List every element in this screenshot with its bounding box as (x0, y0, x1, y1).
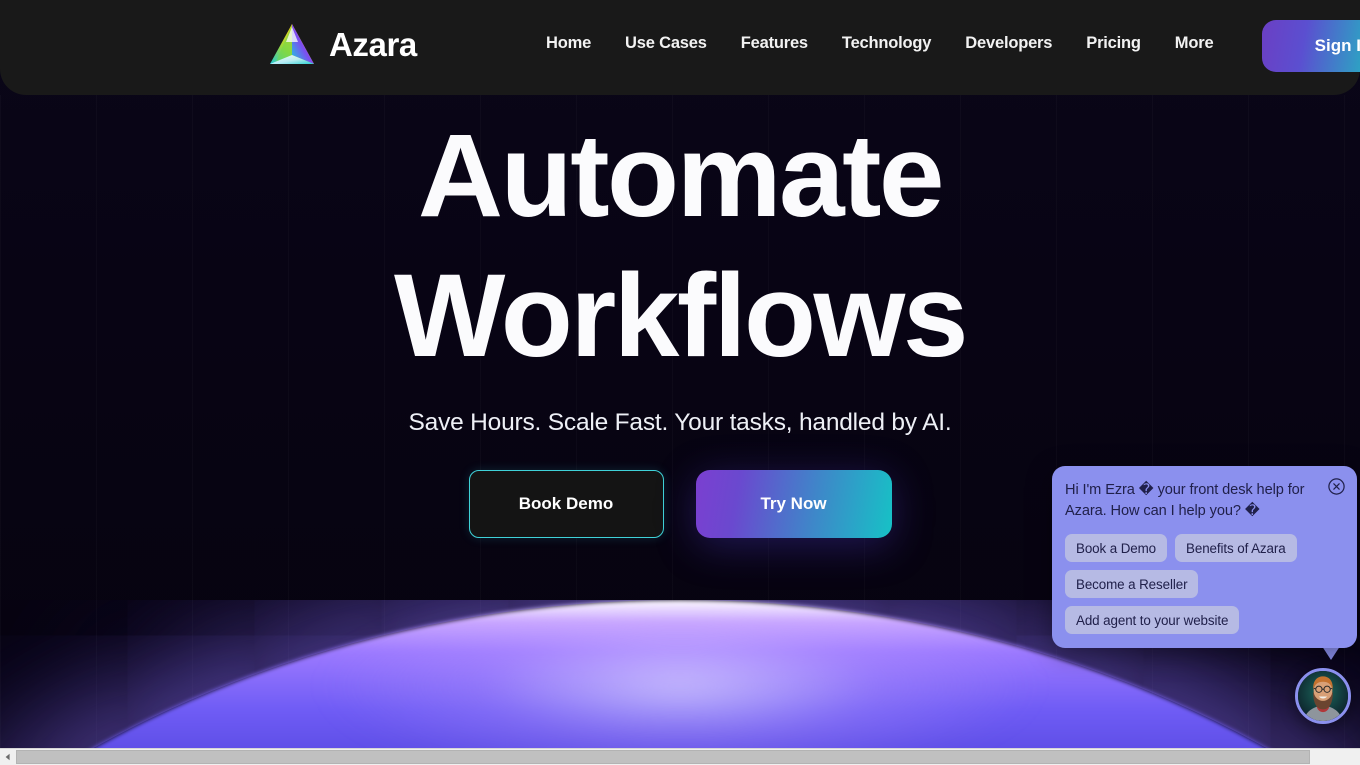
nav-item-home[interactable]: Home (546, 34, 591, 53)
browser-viewport: Azara Home Use Cases Features Technology… (0, 0, 1360, 748)
quick-reply-become-a-reseller[interactable]: Become a Reseller (1065, 570, 1199, 599)
site-header: Azara Home Use Cases Features Technology… (0, 0, 1360, 95)
quick-reply-add-agent[interactable]: Add agent to your website (1065, 606, 1240, 635)
prism-triangle-logo-icon (268, 22, 316, 66)
hero-title-line1: Automate (417, 110, 945, 242)
brand-name: Azara (329, 25, 417, 63)
try-now-button[interactable]: Try Now (695, 469, 892, 538)
horizontal-scrollbar[interactable] (0, 748, 1360, 765)
nav-item-technology[interactable]: Technology (842, 34, 932, 53)
agent-avatar-photo[interactable] (1295, 668, 1351, 724)
hero-title-line2: Workflows (394, 249, 968, 382)
scrollbar-track[interactable] (16, 748, 1360, 765)
nav-item-use-cases[interactable]: Use Cases (625, 34, 707, 53)
scrollbar-thumb[interactable] (16, 749, 1310, 764)
nav-item-developers[interactable]: Developers (965, 34, 1052, 53)
close-circle-icon[interactable] (1327, 477, 1346, 496)
book-demo-button[interactable]: Book Demo (468, 469, 664, 538)
chat-quick-replies: Book a Demo Benefits of Azara Become a R… (1065, 534, 1347, 635)
page-title: Automate Workflows (0, 114, 1360, 382)
scroll-left-arrow-icon[interactable] (0, 748, 16, 765)
chat-greeting-text: Hi I'm Ezra � your front desk help for A… (1065, 482, 1305, 520)
brand-logo[interactable]: Azara (268, 22, 417, 66)
nav-item-features[interactable]: Features (741, 34, 808, 53)
main-navigation: Home Use Cases Features Technology Devel… (546, 34, 1214, 53)
nav-item-pricing[interactable]: Pricing (1086, 34, 1141, 53)
quick-reply-book-a-demo[interactable]: Book a Demo (1065, 534, 1168, 563)
hero-subtitle: Save Hours. Scale Fast. Your tasks, hand… (408, 408, 952, 436)
sign-in-button[interactable]: Sign In (1262, 20, 1360, 72)
quick-reply-benefits-of-azara[interactable]: Benefits of Azara (1175, 534, 1297, 563)
nav-item-more[interactable]: More (1175, 34, 1214, 53)
chat-widget-bubble: Hi I'm Ezra � your front desk help for A… (1052, 466, 1357, 648)
